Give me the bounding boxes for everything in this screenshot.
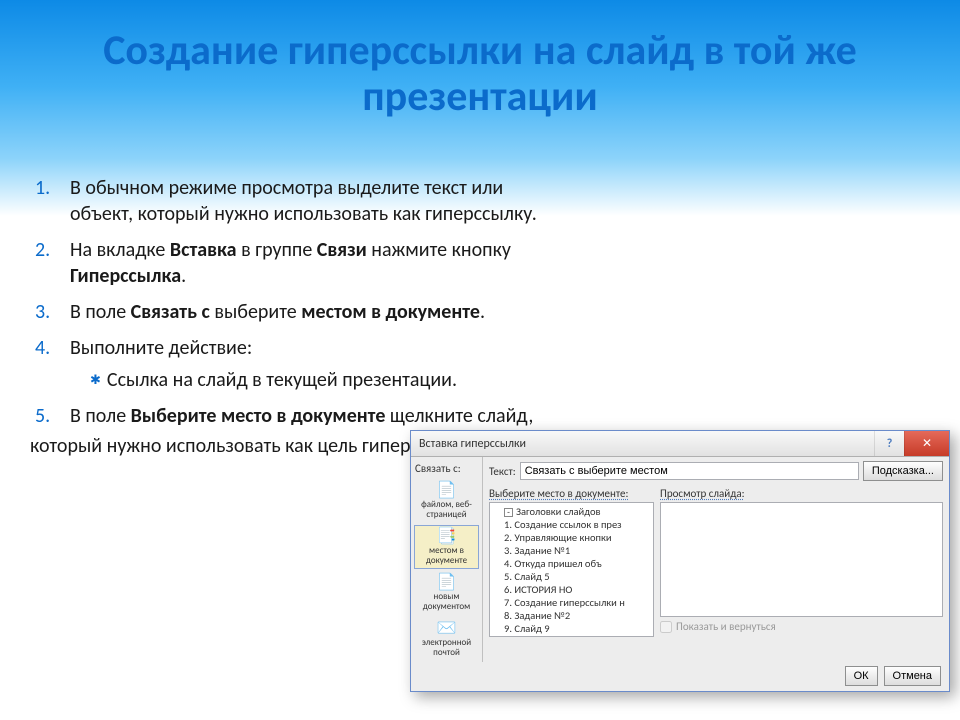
show-return-checkbox[interactable] [660, 621, 672, 633]
slide-body: В обычном режиме просмотра выделите текс… [30, 175, 550, 459]
linkto-place-in-doc[interactable]: 📑 местом в документе [414, 525, 479, 569]
linkto-label: Связать с: [411, 461, 482, 479]
ok-button[interactable]: ОК [845, 666, 878, 686]
step-3: В поле Связать с выберите местом в докум… [30, 299, 550, 325]
slide-tree[interactable]: -Заголовки слайдов 1. Создание ссылок в … [489, 502, 654, 637]
tree-item[interactable]: 4. Откуда пришел объ [494, 557, 649, 570]
globe-page-icon: 📄 [437, 483, 457, 500]
linkto-new-doc[interactable]: 📄 новым документом [414, 571, 479, 615]
cancel-button[interactable]: Отмена [884, 666, 941, 686]
display-text-input[interactable] [520, 462, 859, 480]
preview-label: Просмотр слайда: [660, 487, 943, 500]
tree-item[interactable]: 5. Слайд 5 [494, 570, 649, 583]
tree-item[interactable]: 8. Задание №2 [494, 609, 649, 622]
step-1: В обычном режиме просмотра выделите текс… [30, 175, 550, 227]
screentip-button[interactable]: Подсказка... [863, 461, 943, 481]
select-place-label: Выберите место в документе: [489, 487, 654, 500]
show-return-label: Показать и вернуться [676, 620, 776, 633]
tree-item[interactable]: 9. Слайд 9 [494, 622, 649, 635]
tree-item[interactable]: 3. Задание №1 [494, 544, 649, 557]
slide-preview [660, 502, 943, 617]
step-2: На вкладке Вставка в группе Связи нажмит… [30, 237, 550, 289]
tree-item[interactable]: 7. Создание гиперссылки н [494, 596, 649, 609]
linkto-file-web[interactable]: 📄 файлом, веб-страницей [414, 479, 479, 523]
help-icon[interactable]: ? [874, 431, 904, 456]
tree-item[interactable]: 6. ИСТОРИЯ НО [494, 583, 649, 596]
tree-item[interactable]: 1. Создание ссылок в през [494, 518, 649, 531]
slide-title: Создание гиперссылки на слайд в той же п… [0, 0, 960, 120]
step-5: В поле Выберите место в документе щелкни… [30, 403, 550, 429]
tree-item[interactable]: 10. Слайд 10 [494, 635, 649, 637]
tree-item[interactable]: 2. Управляющие кнопки [494, 531, 649, 544]
dialog-title: Вставка гиперссылки [419, 437, 526, 451]
step-4: Выполните действие: Ссылка на слайд в те… [30, 335, 550, 393]
text-label: Текст: [489, 465, 516, 478]
close-icon[interactable]: ✕ [904, 431, 949, 456]
insert-hyperlink-dialog: Вставка гиперссылки ? ✕ Связать с: 📄 фай… [410, 430, 950, 692]
step-4-sub: Ссылка на слайд в текущей презентации. [90, 367, 550, 393]
new-doc-icon: 📄 [437, 575, 457, 592]
bookmark-icon: 📑 [437, 529, 457, 546]
email-icon: ✉️ [437, 621, 457, 638]
linkto-email[interactable]: ✉️ электронной почтой [414, 617, 479, 661]
